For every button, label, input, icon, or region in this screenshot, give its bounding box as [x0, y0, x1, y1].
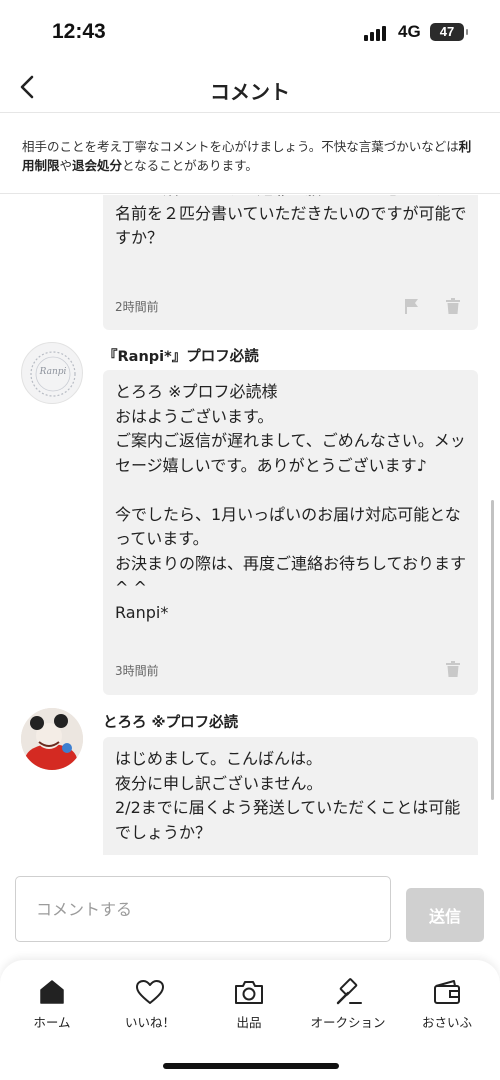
network-type: 4G	[398, 22, 421, 41]
status-bar: 12:43 4G 47	[0, 0, 500, 66]
tab-label: おさいふ	[421, 1015, 472, 1030]
comment-guideline-notice: 相手のことを考え丁寧なコメントを心がけましょう。不快な言葉づかいなどは利用制限や…	[0, 112, 500, 194]
comment-bubble: とろろ ※プロフ必読様 おはようございます。 ご案内ご返信が遅れまして、ごめんな…	[103, 370, 478, 695]
header: コメント	[0, 66, 500, 112]
tab-label: ホーム	[33, 1015, 71, 1030]
comment-input-row: 送信	[0, 856, 500, 956]
avatar[interactable]	[21, 708, 83, 770]
comment-bubble: はじめまして。こんばんは。 夜分に申し訳ございません。 2/2までに届くよう発送…	[103, 737, 478, 855]
comment-list[interactable]: わぁ一嬉しいです♡是非お願いしたく思います！ 名前を２匹分書いていただきたいので…	[0, 195, 500, 855]
character-photo-icon	[21, 708, 83, 770]
comment-text: とろろ ※プロフ必読様 おはようございます。 ご案内ご返信が遅れまして、ごめんな…	[115, 382, 467, 622]
wallet-icon	[434, 980, 460, 1004]
notice-text-1: 相手のことを考え丁寧なコメントを心がけましょう。不快な言葉づかいなどは	[22, 139, 459, 154]
home-indicator	[163, 1063, 339, 1069]
scrollbar[interactable]	[491, 500, 494, 800]
page-title: コメント	[210, 80, 290, 104]
send-button[interactable]: 送信	[406, 888, 484, 942]
notice-text-2: や	[59, 158, 73, 173]
trash-icon[interactable]	[444, 660, 462, 678]
heart-icon	[136, 980, 164, 1004]
avatar[interactable]: Ranpi	[21, 342, 83, 404]
comment-text: わぁ一嬉しいです♡是非お願いしたく思います！ 名前を２匹分書いていただきたいので…	[115, 195, 467, 247]
signal-icon	[364, 25, 388, 41]
tab-label: 出品	[236, 1015, 262, 1030]
commenter-name[interactable]: 『Ranpi*』プロフ必読	[103, 345, 259, 366]
home-icon	[40, 980, 64, 1004]
flag-icon[interactable]	[403, 297, 421, 315]
tab-label: オークション	[310, 1015, 386, 1030]
camera-icon	[235, 981, 263, 1004]
notice-withdrawal-link: 退会処分	[72, 158, 123, 173]
tab-auction[interactable]: オークション	[298, 978, 398, 1031]
tab-likes[interactable]: いいね！	[100, 978, 200, 1031]
gavel-icon	[336, 978, 362, 1005]
comment-text: はじめまして。こんばんは。 夜分に申し訳ございません。 2/2までに届くよう発送…	[115, 749, 461, 842]
comment-time: 3時間前	[115, 664, 159, 678]
battery-icon: 47	[430, 23, 468, 41]
avatar-logo-text: Ranpi	[39, 367, 67, 377]
tab-sell[interactable]: 出品	[199, 978, 299, 1031]
comment-bubble: わぁ一嬉しいです♡是非お願いしたく思います！ 名前を２匹分書いていただきたいので…	[103, 195, 478, 330]
commenter-name[interactable]: とろろ ※プロフ必読	[103, 711, 238, 732]
tab-wallet[interactable]: おさいふ	[397, 978, 497, 1031]
tab-bar: ホーム いいね！ 出品 オークション おさいふ	[0, 960, 500, 1080]
tab-label: いいね！	[124, 1015, 175, 1030]
tab-home[interactable]: ホーム	[2, 978, 102, 1031]
notice-text-3: となることがあります。	[122, 158, 258, 173]
battery-level: 47	[439, 24, 455, 39]
comment-time: 2時間前	[115, 300, 159, 314]
trash-icon[interactable]	[444, 297, 462, 315]
status-time: 12:43	[52, 20, 106, 43]
comment-input[interactable]	[15, 876, 391, 942]
